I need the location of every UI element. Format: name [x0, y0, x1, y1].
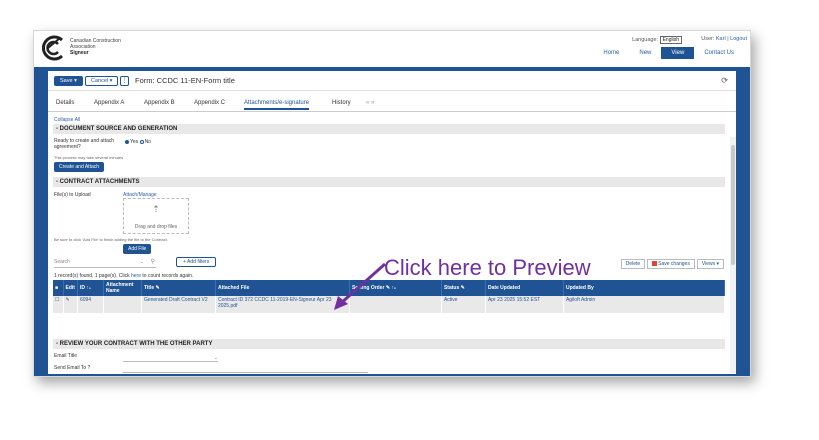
col-edit[interactable]: Edit — [63, 280, 78, 296]
create-and-attach-button[interactable]: Create and Attach — [54, 162, 105, 172]
tab-appendix-b[interactable]: Appendix B — [144, 100, 175, 106]
chevron-down-icon[interactable]: ⌄ — [140, 259, 144, 265]
row-title[interactable]: Generated Draft Contract V2 — [141, 296, 216, 313]
nav-new[interactable]: New — [629, 47, 661, 59]
tab-appendix-a[interactable]: Appendix A — [94, 100, 124, 106]
cancel-button[interactable]: Cancel ▾ — [85, 76, 119, 86]
file-drop-zone[interactable]: ⇡ Drag and drop files — [123, 198, 189, 234]
add-filters-button[interactable]: + Add filters — [176, 257, 217, 267]
nav-view[interactable]: View — [661, 47, 695, 59]
row-attachment-name — [103, 296, 142, 313]
search-input[interactable]: Search ⌄ ⚲ — [54, 259, 156, 268]
logout-link[interactable]: Logout — [730, 36, 747, 42]
send-email-to-input[interactable] — [123, 368, 368, 373]
user-info: User: Karl | Logout — [701, 36, 747, 42]
main-nav: Home New View Contact Us — [593, 47, 744, 59]
ready-radio-group: Yes No — [125, 139, 151, 145]
section-review-contract[interactable]: - REVIEW YOUR CONTRACT WITH THE OTHER PA… — [53, 339, 725, 349]
ready-label: Ready to create and attach agreement? — [54, 138, 115, 150]
form-toolbar: Save ▾ Cancel ▾ ⋮ Form: CCDC 11-EN-Form … — [48, 71, 736, 91]
add-file-note: Be sure to click 'Add File' to finish ad… — [54, 237, 168, 242]
refresh-icon[interactable]: ⟳ — [721, 76, 728, 85]
form-title: Form: CCDC 11-EN-Form title — [135, 76, 235, 85]
add-file-button[interactable]: Add File — [123, 244, 152, 254]
save-button[interactable]: Save ▾ — [54, 76, 83, 86]
tab-appendix-c[interactable]: Appendix C — [194, 100, 225, 106]
process-note: This process may take several minutes — [54, 155, 124, 160]
col-select[interactable]: ■ — [53, 280, 64, 296]
tab-scroll-arrows[interactable]: « » — [366, 100, 374, 106]
col-id[interactable]: ID ↑₁ — [77, 280, 104, 296]
email-title-select[interactable]: ⌄ — [123, 355, 218, 362]
col-status[interactable]: Status ✎ — [441, 280, 486, 296]
records-info: 1 record(s) found, 1 page(s). Click here… — [54, 273, 194, 279]
table-actions: Delete Save changes Views ▾ — [620, 259, 724, 269]
col-date-updated[interactable]: Date Updated — [485, 280, 564, 296]
tab-attachments-esignature[interactable]: Attachments/e-signature — [244, 100, 310, 110]
callout-arrow-icon — [334, 262, 386, 310]
more-options-button[interactable]: ⋮ — [120, 76, 129, 86]
vertical-scrollbar[interactable] — [730, 137, 736, 373]
section-document-source[interactable]: - DOCUMENT SOURCE AND GENERATION — [53, 124, 725, 134]
app-header: Canadian Construction Association Signeu… — [34, 31, 750, 67]
col-attachment-name[interactable]: Attachment Name — [103, 280, 142, 296]
recount-link[interactable]: here — [131, 273, 141, 279]
row-checkbox[interactable]: ☐ — [53, 296, 64, 313]
blue-band: Save ▾ Cancel ▾ ⋮ Form: CCDC 11-EN-Form … — [34, 67, 750, 376]
section-contract-attachments[interactable]: - CONTRACT ATTACHMENTS — [53, 177, 725, 187]
no-radio[interactable] — [139, 139, 144, 144]
delete-button[interactable]: Delete — [620, 259, 646, 269]
nav-home[interactable]: Home — [593, 47, 629, 59]
search-icon[interactable]: ⚲ — [151, 258, 155, 265]
app-window: Canadian Construction Association Signeu… — [33, 30, 751, 377]
row-updated-by: Agiloft Admin — [563, 296, 726, 313]
send-email-to-label: Send Email To ? — [54, 365, 91, 371]
row-edit-icon[interactable]: ✎ — [63, 296, 78, 313]
scroll-thumb[interactable] — [731, 145, 735, 265]
row-date-updated: Apr 23 2025 15:52 EST — [485, 296, 564, 313]
row-status: Active — [441, 296, 486, 313]
form-content: Collapse All - DOCUMENT SOURCE AND GENER… — [48, 116, 728, 374]
email-title-label: Email Title — [54, 353, 78, 359]
views-button[interactable]: Views ▾ — [696, 259, 724, 269]
help-icon[interactable]: ? — [88, 365, 91, 371]
language-selector[interactable]: Language: English — [632, 36, 682, 44]
org-name: Canadian Construction Association Signeu… — [70, 38, 121, 56]
col-updated-by[interactable]: Updated By — [563, 280, 726, 296]
form-panel: Save ▾ Cancel ▾ ⋮ Form: CCDC 11-EN-Form … — [48, 71, 736, 374]
collapse-all-link[interactable]: Collapse All — [54, 117, 80, 123]
files-to-upload-label: File(s) to Upload — [54, 192, 91, 198]
col-title[interactable]: Title ✎ — [141, 280, 216, 296]
save-changes-button[interactable]: Save changes — [647, 259, 695, 269]
cca-logo-icon — [42, 35, 64, 61]
tab-bar: Details Appendix A Appendix B Appendix C… — [48, 98, 736, 112]
language-select[interactable]: English — [659, 36, 682, 44]
tab-history[interactable]: History — [332, 100, 351, 106]
save-icon — [652, 261, 658, 267]
tab-details[interactable]: Details — [56, 100, 74, 106]
row-id[interactable]: 6094 — [77, 296, 104, 313]
preview-callout: Click here to Preview — [384, 255, 591, 280]
nav-contact-us[interactable]: Contact Us — [694, 47, 744, 59]
yes-radio[interactable] — [125, 139, 129, 144]
user-link[interactable]: Karl — [716, 36, 726, 42]
upload-icon: ⇡ — [152, 204, 160, 214]
